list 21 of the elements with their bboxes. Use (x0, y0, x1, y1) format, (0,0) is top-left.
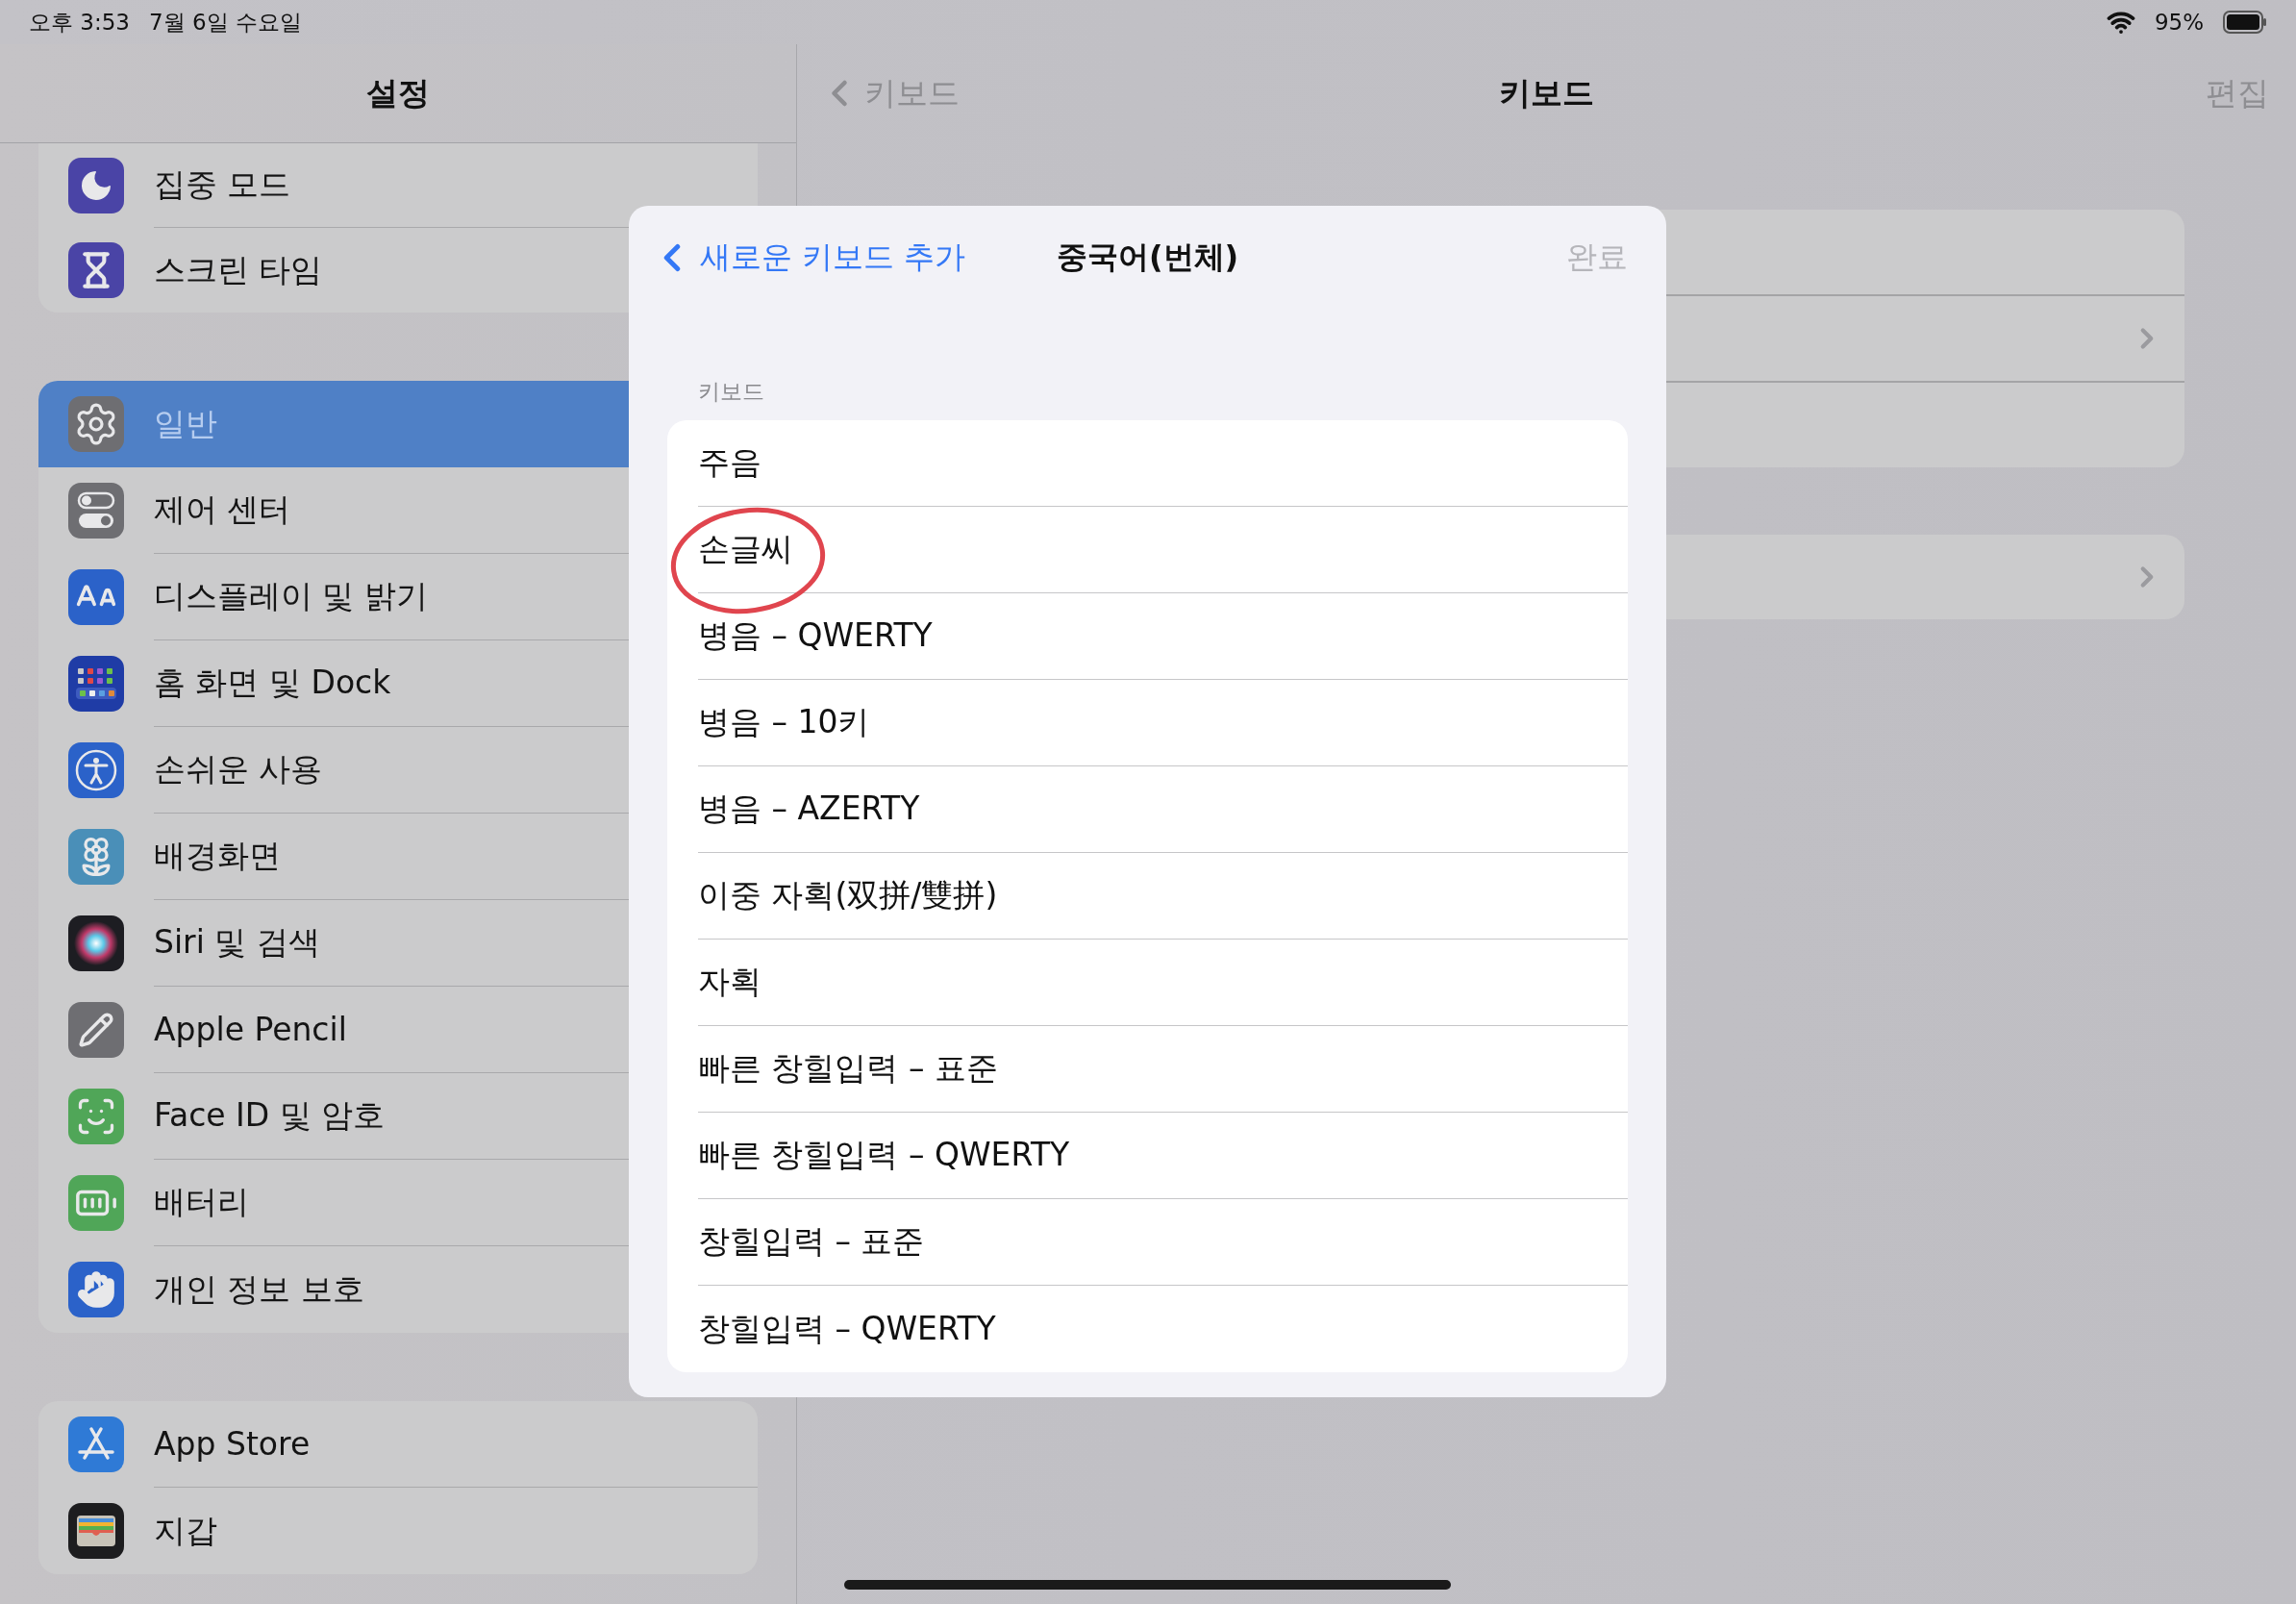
keyboard-option[interactable]: 빠른 창힐입력 – QWERTY (698, 1113, 1628, 1199)
keyboard-option[interactable]: 창힐입력 – QWERTY (698, 1286, 1628, 1372)
sidebar-item[interactable]: App Store (38, 1401, 758, 1488)
keyboard-option[interactable]: 이중 자획(双拼/雙拼) (698, 853, 1628, 940)
sidebar-title: 설정 (366, 72, 430, 113)
sidebar-item[interactable]: 지갑 (38, 1488, 758, 1574)
keyboard-option[interactable]: 병음 – 10키 (698, 680, 1628, 766)
keyboard-option[interactable]: 손글씨 (698, 507, 1628, 593)
page-title: 키보드 (1499, 72, 1594, 113)
battery-icon (2223, 11, 2267, 34)
keyboard-option[interactable]: 빠른 창힐입력 – 표준 (698, 1026, 1628, 1113)
keyboard-option[interactable]: 병음 – AZERTY (698, 766, 1628, 853)
keyboard-option[interactable]: 주음 (698, 420, 1628, 507)
back-button[interactable]: 새로운 키보드 추가 (650, 236, 966, 280)
keyboard-option[interactable]: 자획 (698, 940, 1628, 1026)
status-date: 7월 6일 수요일 (148, 8, 302, 37)
keyboard-option[interactable]: 창힐입력 – 표준 (698, 1199, 1628, 1286)
status-time: 오후 3:53 (29, 8, 130, 37)
keyboard-option[interactable]: 병음 – QWERTY (698, 593, 1628, 680)
sheet-title: 중국어(번체) (1056, 238, 1239, 277)
battery-percent: 95% (2154, 10, 2204, 35)
